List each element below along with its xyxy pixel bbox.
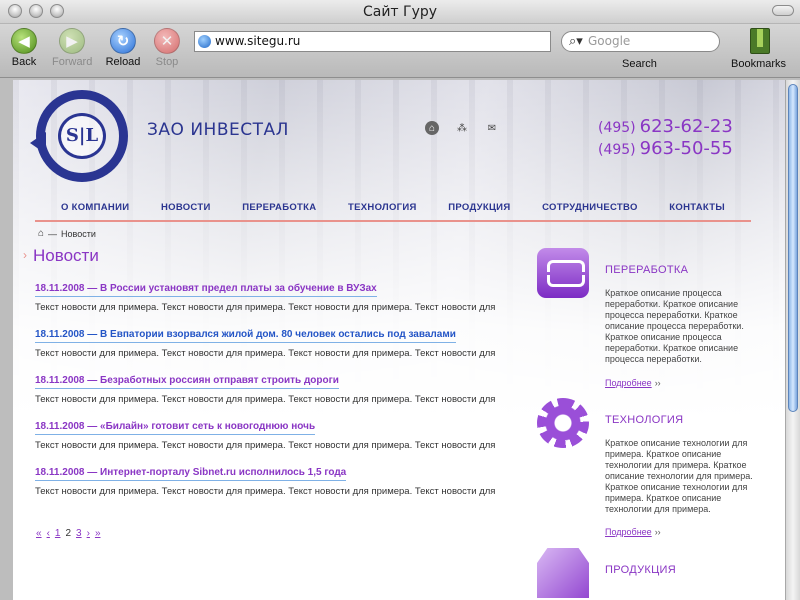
nav-item-cooperation[interactable]: СОТРУДНИЧЕСТВО <box>542 198 638 220</box>
address-bar[interactable]: www.sitegu.ru <box>194 31 551 52</box>
back-arrow-icon: ◀ <box>11 28 37 54</box>
feature-more-link[interactable]: Подробнее ›› <box>605 378 661 388</box>
forward-button[interactable]: ▶ Forward <box>52 28 92 68</box>
company-logo[interactable]: S|L <box>30 90 132 182</box>
nav-item-technology[interactable]: ТЕХНОЛОГИЯ <box>348 198 417 220</box>
bookmarks-icon[interactable] <box>750 28 770 54</box>
news-item: 18.11.2008 — «Билайн» готовит сеть к нов… <box>35 416 505 462</box>
nav-item-news[interactable]: НОВОСТИ <box>161 198 211 220</box>
search-placeholder: Google <box>588 34 631 48</box>
nav-item-processing[interactable]: ПЕРЕРАБОТКА <box>242 198 316 220</box>
news-headline-link[interactable]: 18.11.2008 — «Билайн» готовит сеть к нов… <box>35 421 316 435</box>
pager-prev[interactable]: ‹ <box>47 528 50 539</box>
pager-current-page: 2 <box>65 528 72 539</box>
address-text: www.sitegu.ru <box>215 34 301 48</box>
mail-icon[interactable]: ✉ <box>485 121 499 135</box>
news-text: Текст новости для примера. Текст новости… <box>35 440 495 451</box>
reload-button[interactable]: ↻ Reload <box>103 28 143 68</box>
box-icon <box>537 548 589 598</box>
page-viewport: S|L ЗАО ИНВЕСТАЛ ⌂ ⁂ ✉ (495) 623-62-23 (4… <box>13 80 785 600</box>
news-headline-link[interactable]: 18.11.2008 — В Евпатории взорвался жилой… <box>35 329 456 343</box>
news-item: 18.11.2008 — В Евпатории взорвался жилой… <box>35 324 505 370</box>
news-item: 18.11.2008 — Интернет-порталу Sibnet.ru … <box>35 462 505 508</box>
news-item: 18.11.2008 — В России установят предел п… <box>35 278 505 324</box>
feature-technology: ТЕХНОЛОГИЯ Краткое описание технологии д… <box>537 398 777 538</box>
feature-description: Краткое описание процесса переработки. К… <box>605 288 744 364</box>
breadcrumb: ⌂ — Новости <box>38 228 96 239</box>
back-label: Back <box>11 56 37 68</box>
feature-more-link[interactable]: Подробнее ›› <box>605 527 661 537</box>
stop-label: Stop <box>155 56 179 68</box>
main-nav: О КОМПАНИИ НОВОСТИ ПЕРЕРАБОТКА ТЕХНОЛОГИ… <box>35 198 751 222</box>
stop-button[interactable]: ✕ Stop <box>147 28 187 68</box>
news-headline-link[interactable]: 18.11.2008 — В России установят предел п… <box>35 283 377 297</box>
breadcrumb-separator: — <box>48 228 58 239</box>
feature-title[interactable]: ПРОДУКЦИЯ <box>605 564 676 576</box>
news-text: Текст новости для примера. Текст новости… <box>35 302 495 313</box>
pagination: « ‹ 1 2 3 › » <box>36 528 101 539</box>
toolbar-toggle-button[interactable] <box>772 5 794 16</box>
news-item: 18.11.2008 — Безработных россиян отправя… <box>35 370 505 416</box>
feature-title[interactable]: ТЕХНОЛОГИЯ <box>605 414 683 426</box>
forward-label: Forward <box>52 56 93 68</box>
header-icons: ⌂ ⁂ ✉ <box>425 121 499 135</box>
search-field[interactable]: ⌕▾ Google <box>561 31 720 52</box>
search-icon: ⌕▾ <box>569 34 583 49</box>
news-headline-link[interactable]: 18.11.2008 — Безработных россиян отправя… <box>35 375 339 389</box>
title-chevron-icon: › <box>23 248 27 262</box>
reload-icon: ↻ <box>110 28 136 54</box>
reload-label: Reload <box>105 56 141 68</box>
breadcrumb-current: Новости <box>61 228 96 239</box>
nav-item-contacts[interactable]: КОНТАКТЫ <box>669 198 725 220</box>
vertical-scrollbar[interactable] <box>785 80 800 600</box>
breadcrumb-home-icon[interactable]: ⌂ <box>38 228 44 239</box>
logo-arrow-icon <box>30 132 46 154</box>
news-text: Текст новости для примера. Текст новости… <box>35 486 495 497</box>
page-title: › Новости <box>23 246 99 265</box>
home-icon[interactable]: ⌂ <box>425 121 439 135</box>
gear-icon <box>537 398 589 448</box>
news-list: 18.11.2008 — В России установят предел п… <box>35 278 505 508</box>
feature-processing: ПЕРЕРАБОТКА Краткое описание процесса пе… <box>537 248 777 388</box>
phone-number-2: (495) 963-50-55 <box>598 138 733 159</box>
feature-title[interactable]: ПЕРЕРАБОТКА <box>605 264 688 276</box>
search-label: Search <box>622 58 657 70</box>
nav-item-about[interactable]: О КОМПАНИИ <box>61 198 129 220</box>
pager-page-3[interactable]: 3 <box>76 528 82 539</box>
sitemap-icon[interactable]: ⁂ <box>455 121 469 135</box>
pager-next[interactable]: › <box>87 528 90 539</box>
pager-page-1[interactable]: 1 <box>55 528 61 539</box>
news-text: Текст новости для примера. Текст новости… <box>35 348 495 359</box>
more-arrow-icon: ›› <box>654 527 661 537</box>
news-text: Текст новости для примера. Текст новости… <box>35 394 495 405</box>
scrollbar-thumb[interactable] <box>788 84 798 412</box>
refresh-icon <box>537 248 589 298</box>
browser-toolbar: ◀ Back ▶ Forward ↻ Reload ✕ Stop www.sit… <box>0 24 800 78</box>
bookmarks-label[interactable]: Bookmarks <box>731 58 786 70</box>
forward-arrow-icon: ▶ <box>59 28 85 54</box>
window-titlebar: Сайт Гуру <box>0 0 800 24</box>
globe-icon <box>198 35 211 48</box>
pager-first[interactable]: « <box>36 528 42 539</box>
stop-icon: ✕ <box>154 28 180 54</box>
feature-products: ПРОДУКЦИЯ <box>537 548 777 600</box>
company-name: ЗАО ИНВЕСТАЛ <box>147 120 289 140</box>
nav-item-products[interactable]: ПРОДУКЦИЯ <box>448 198 510 220</box>
feature-description: Краткое описание технологии для примера.… <box>605 438 753 514</box>
pager-last[interactable]: » <box>95 528 101 539</box>
more-arrow-icon: ›› <box>654 378 661 388</box>
back-button[interactable]: ◀ Back <box>4 28 44 68</box>
news-headline-link[interactable]: 18.11.2008 — Интернет-порталу Sibnet.ru … <box>35 467 347 481</box>
phone-number-1: (495) 623-62-23 <box>598 116 733 137</box>
logo-monogram: S|L <box>58 113 106 159</box>
window-title: Сайт Гуру <box>362 4 438 20</box>
